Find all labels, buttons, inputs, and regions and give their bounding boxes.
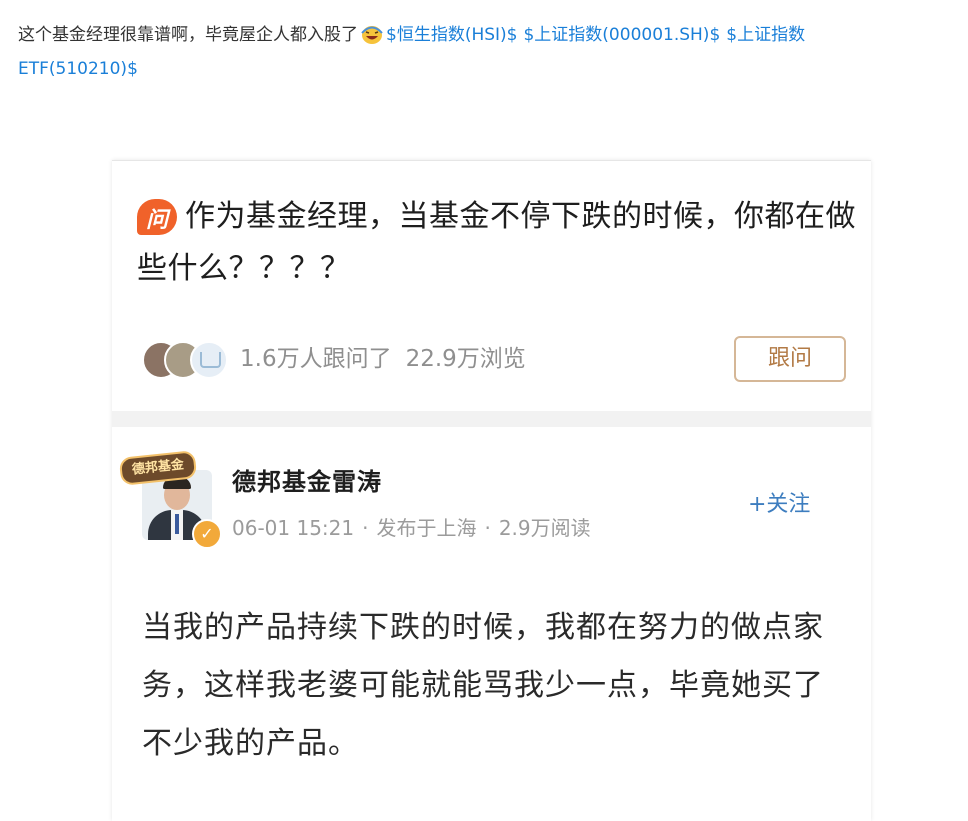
verified-icon: ✓ <box>192 519 222 549</box>
stock-link-hsi[interactable]: $恒生指数(HSI)$ <box>386 25 517 45</box>
post-location: 发布于上海 <box>376 516 477 540</box>
post-date: 06-01 15:21 <box>232 516 355 540</box>
question-title[interactable]: 作为基金经理，当基金不停下跌的时候，你都在做些什么？？？？ <box>137 191 857 295</box>
embedded-screenshot: 问 作为基金经理，当基金不停下跌的时候，你都在做些什么？？？？ 1.6万人跟问了… <box>112 160 871 821</box>
post-text: 这个基金经理很靠谱啊，毕竟屋企人都入股了 $恒生指数(HSI)$ $上证指数(00… <box>18 18 918 86</box>
avatar <box>190 341 228 379</box>
question-card: 问 作为基金经理，当基金不停下跌的时候，你都在做些什么？？？？ 1.6万人跟问了… <box>112 161 871 411</box>
laughing-emoji-icon <box>361 26 383 44</box>
answer-body: 当我的产品持续下跌的时候，我都在努力的做点家务，这样我老婆可能就能骂我少一点，毕… <box>142 610 824 761</box>
follow-question-button[interactable]: 跟问 <box>734 336 846 382</box>
follower-avatars <box>142 341 232 381</box>
answer-meta: 06-01 15:21 · 发布于上海 · 2.9万阅读 <box>232 516 591 540</box>
view-count: 22.9万浏览 <box>405 346 526 372</box>
question-stats: 1.6万人跟问了 22.9万浏览 <box>240 341 526 377</box>
divider <box>112 411 871 427</box>
follower-count: 1.6万人跟问了 <box>240 346 392 372</box>
read-count: 2.9万阅读 <box>498 516 591 540</box>
author-name[interactable]: 德邦基金雷涛 <box>232 465 382 499</box>
post-message: 这个基金经理很靠谱啊，毕竟屋企人都入股了 <box>18 25 358 45</box>
stock-link-sh[interactable]: $上证指数(000001.SH)$ <box>523 25 720 45</box>
answer-card: ✓ 德邦基金 德邦基金雷涛 06-01 15:21 · 发布于上海 · 2.9万阅读 +… <box>112 427 871 821</box>
follow-author-button[interactable]: +关注 <box>748 485 810 525</box>
